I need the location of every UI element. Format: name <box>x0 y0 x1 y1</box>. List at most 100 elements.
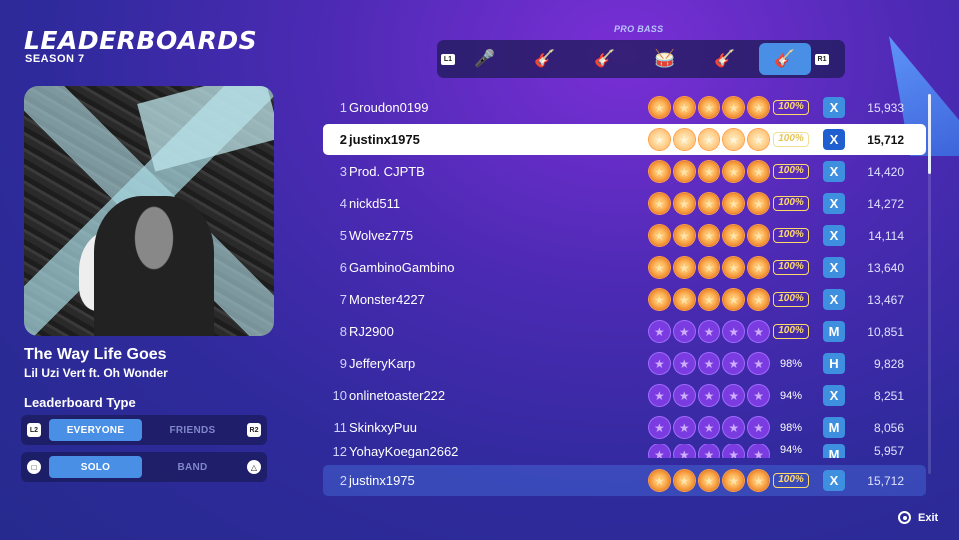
star-icon: ★ <box>723 417 745 438</box>
star-icon: ★ <box>748 385 769 406</box>
star-icon: ★ <box>649 97 670 118</box>
instrument-tab-pro-bass[interactable]: 🎸 <box>759 43 811 75</box>
instrument-selector: L1 🎤 🎸 🎸 🥁 🎸 🎸 R1 <box>437 40 845 78</box>
row-accuracy: 98% <box>779 421 803 434</box>
leaderboard-row[interactable]: 10 onlinetoaster222 ★ ★ ★ ★ ★ 94% X 8,251 <box>323 380 926 411</box>
leaderboard-row[interactable]: 6 GambinoGambino ★ ★ ★ ★ ★ 100% X 13,640 <box>323 252 926 283</box>
season-label: SEASON 7 <box>25 53 85 65</box>
leaderboard-row[interactable]: 5 Wolvez775 ★ ★ ★ ★ ★ 100% X 14,114 <box>323 220 926 251</box>
star-icon: ★ <box>748 353 769 374</box>
row-rank: 9 <box>339 356 347 371</box>
mode-solo-option[interactable]: SOLO <box>49 456 142 478</box>
leaderboard-row[interactable]: 12 YohayKoegan2662 ★ ★ ★ ★ ★ 94% M 5,957 <box>323 444 926 458</box>
instrument-tab-microphone[interactable]: 🎤 <box>459 43 511 75</box>
row-player-name: nickd511 <box>349 196 401 211</box>
instrument-label: PRO BASS <box>614 24 664 34</box>
leaderboard-row[interactable]: 2 justinx1975 ★ ★ ★ ★ ★ 100% X 15,712 <box>323 124 926 155</box>
row-rank: 5 <box>339 228 347 243</box>
mode-band-option[interactable]: BAND <box>146 456 239 478</box>
row-accuracy: 94% <box>779 389 803 402</box>
leaderboard-row[interactable]: 7 Monster4227 ★ ★ ★ ★ ★ 100% X 13,467 <box>323 284 926 315</box>
row-player-name: justinx1975 <box>349 132 420 147</box>
star-icon: ★ <box>723 289 745 310</box>
leaderboard-row[interactable]: 8 RJ2900 ★ ★ ★ ★ ★ 100% M 10,851 <box>323 316 926 347</box>
star-icon: ★ <box>698 417 720 438</box>
star-icon: ★ <box>723 193 745 214</box>
star-icon: ★ <box>673 289 695 310</box>
row-score: 8,056 <box>873 420 904 435</box>
star-icon: ★ <box>649 225 670 246</box>
instrument-tab-guitar[interactable]: 🎸 <box>519 43 571 75</box>
star-icon: ★ <box>698 470 720 491</box>
star-icon: ★ <box>748 129 769 150</box>
row-player-name: Groudon0199 <box>349 100 429 115</box>
player-row[interactable]: 2 justinx1975 ★ ★ ★ ★ ★ 100% X 15,712 <box>323 465 926 496</box>
star-icon: ★ <box>748 161 769 182</box>
star-icon: ★ <box>673 470 695 491</box>
star-icon: ★ <box>723 257 745 278</box>
mode-toggle[interactable]: □ SOLO BAND △ <box>21 452 267 482</box>
row-accuracy: 100% <box>773 324 809 339</box>
instrument-tab-drums[interactable]: 🥁 <box>639 43 691 75</box>
star-icon: ★ <box>698 444 720 458</box>
leaderboard-row[interactable]: 4 nickd511 ★ ★ ★ ★ ★ 100% X 14,272 <box>323 188 926 219</box>
star-icon: ★ <box>698 225 720 246</box>
row-score: 15,712 <box>867 473 904 488</box>
exit-button[interactable]: Exit <box>898 511 938 524</box>
instrument-tab-pro-guitar[interactable]: 🎸 <box>699 43 751 75</box>
star-icon: ★ <box>649 444 670 458</box>
star-icon: ★ <box>673 225 695 246</box>
scope-everyone-option[interactable]: EVERYONE <box>49 419 142 441</box>
leaderboard-row[interactable]: 9 JefferyKarp ★ ★ ★ ★ ★ 98% H 9,828 <box>323 348 926 379</box>
row-player-name: JefferyKarp <box>349 356 416 371</box>
star-icon: ★ <box>673 129 695 150</box>
instrument-tab-bass[interactable]: 🎸 <box>579 43 631 75</box>
row-stars: ★ ★ ★ ★ ★ <box>649 385 769 406</box>
row-stars: ★ ★ ★ ★ ★ <box>649 353 769 374</box>
star-icon: ★ <box>698 385 720 406</box>
row-difficulty-badge: X <box>823 289 845 310</box>
row-score: 13,640 <box>867 260 904 275</box>
row-score: 14,420 <box>867 164 904 179</box>
row-accuracy: 100% <box>773 132 809 147</box>
bass-icon: 🎸 <box>594 49 616 68</box>
star-icon: ★ <box>748 97 769 118</box>
row-player-name: Monster4227 <box>349 292 425 307</box>
row-accuracy: 100% <box>773 292 809 307</box>
row-difficulty-badge: X <box>823 129 845 150</box>
leaderboard-row[interactable]: 1 Groudon0199 ★ ★ ★ ★ ★ 100% X 15,933 <box>323 92 926 123</box>
row-difficulty-badge: M <box>823 321 845 342</box>
row-stars: ★ ★ ★ ★ ★ <box>649 225 769 246</box>
row-difficulty-badge: X <box>823 97 845 118</box>
scope-toggle[interactable]: L2 EVERYONE FRIENDS R2 <box>21 415 267 445</box>
star-icon: ★ <box>698 97 720 118</box>
row-rank: 12 <box>332 444 347 458</box>
scrollbar-thumb[interactable] <box>928 94 931 174</box>
star-icon: ★ <box>673 193 695 214</box>
star-icon: ★ <box>698 321 720 342</box>
scrollbar[interactable] <box>928 94 931 474</box>
row-difficulty-badge: X <box>823 385 845 406</box>
circle-button-icon <box>898 511 911 524</box>
row-rank: 7 <box>339 292 347 307</box>
row-player-name: Prod. CJPTB <box>349 164 425 179</box>
star-icon: ★ <box>649 470 670 491</box>
album-art <box>24 86 274 336</box>
scope-friends-option[interactable]: FRIENDS <box>146 419 239 441</box>
star-icon: ★ <box>723 225 745 246</box>
row-stars: ★ ★ ★ ★ ★ <box>649 161 769 182</box>
star-icon: ★ <box>748 193 769 214</box>
star-icon: ★ <box>748 289 769 310</box>
row-player-name: SkinkxyPuu <box>349 420 417 435</box>
square-button-icon: □ <box>27 460 41 474</box>
star-icon: ★ <box>649 385 670 406</box>
leaderboard-row[interactable]: 3 Prod. CJPTB ★ ★ ★ ★ ★ 100% X 14,420 <box>323 156 926 187</box>
leaderboard-row[interactable]: 11 SkinkxyPuu ★ ★ ★ ★ ★ 98% M 8,056 <box>323 412 926 443</box>
page-title: LEADERBOARDS <box>24 26 258 55</box>
star-icon: ★ <box>723 129 745 150</box>
guitar-icon: 🎸 <box>534 49 556 68</box>
row-stars: ★ ★ ★ ★ ★ <box>649 97 769 118</box>
star-icon: ★ <box>748 257 769 278</box>
star-icon: ★ <box>748 444 769 458</box>
star-icon: ★ <box>748 225 769 246</box>
